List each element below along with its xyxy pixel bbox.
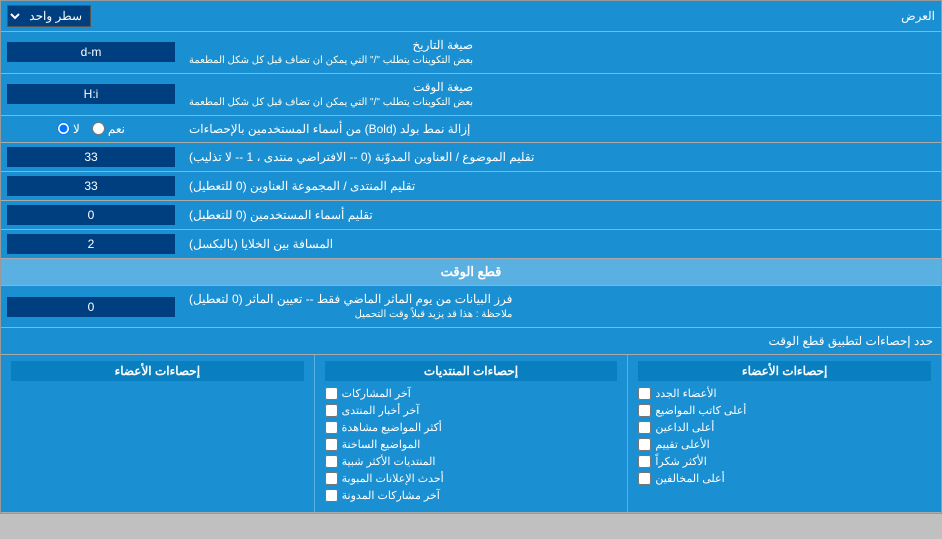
checkbox-section: إحصاءات الأعضاء الأعضاء الجدد أعلى كاتب … (1, 355, 941, 513)
col-forums-title: إحصاءات المنتديات (325, 361, 618, 381)
subject-trim-label: تقليم الموضوع / العناوين المدوّنة (0 -- … (181, 143, 941, 171)
cb-top-rated[interactable] (638, 438, 651, 451)
date-format-input-cell (1, 32, 181, 73)
date-format-row: صيغة التاريخ بعض التكوينات يتطلب "/" الت… (1, 32, 941, 74)
cell-spacing-input-cell (1, 230, 181, 258)
checkbox-most-similar-forums: المنتديات الأكثر شبية (325, 455, 618, 468)
cb-most-thanked[interactable] (638, 455, 651, 468)
checkbox-top-inviters: أعلى الداعين (638, 421, 931, 434)
checkbox-most-viewed: أكثر المواضيع مشاهدة (325, 421, 618, 434)
cell-spacing-label: المسافة بين الخلايا (بالبكسل) (181, 230, 941, 258)
forum-trim-input[interactable] (7, 176, 175, 196)
cb-last-blog-posts[interactable] (325, 489, 338, 502)
time-format-row: صيغة الوقت بعض التكوينات يتطلب "/" التي … (1, 74, 941, 116)
checkbox-top-writers: أعلى كاتب المواضيع (638, 404, 931, 417)
users-trim-input[interactable] (7, 205, 175, 225)
radio-yes-label[interactable]: نعم (92, 122, 125, 136)
subject-trim-row: تقليم الموضوع / العناوين المدوّنة (0 -- … (1, 143, 941, 172)
col-extra-title: إحصاءات الأعضاء (11, 361, 304, 381)
forum-trim-input-cell (1, 172, 181, 200)
checkbox-last-blog-posts: آخر مشاركات المدونة (325, 489, 618, 502)
checkbox-most-thanked: الأكثر شكراً (638, 455, 931, 468)
radio-no-label[interactable]: لا (57, 122, 80, 136)
cb-most-viewed[interactable] (325, 421, 338, 434)
top-display-row: العرض سطر واحد سطران ثلاثة أسطر (1, 1, 941, 32)
limit-label-row: حدد إحصاءات لتطبيق قطع الوقت (1, 328, 941, 355)
forum-trim-label: تقليم المنتدى / المجموعة العناوين (0 للت… (181, 172, 941, 200)
cb-top-inviters[interactable] (638, 421, 651, 434)
forum-trim-row: تقليم المنتدى / المجموعة العناوين (0 للت… (1, 172, 941, 201)
cb-most-similar-forums[interactable] (325, 455, 338, 468)
checkbox-col-extra: إحصاءات الأعضاء (1, 355, 314, 512)
checkbox-latest-classifieds: أحدث الإعلانات المبوبة (325, 472, 618, 485)
cb-last-posts[interactable] (325, 387, 338, 400)
users-trim-row: تقليم أسماء المستخدمين (0 للتعطيل) (1, 201, 941, 230)
subject-trim-input[interactable] (7, 147, 175, 167)
checkbox-hot-topics: المواضيع الساخنة (325, 438, 618, 451)
checkbox-col-forums: إحصاءات المنتديات آخر المشاركات آخر أخبا… (314, 355, 628, 512)
checkbox-top-warned: أعلى المخالفين (638, 472, 931, 485)
bold-remove-row: إزالة نمط بولد (Bold) من أسماء المستخدمي… (1, 116, 941, 144)
checkbox-last-forum-news: آخر أخبار المنتدى (325, 404, 618, 417)
cell-spacing-input[interactable] (7, 234, 175, 254)
cb-latest-classifieds[interactable] (325, 472, 338, 485)
checkbox-last-posts: آخر المشاركات (325, 387, 618, 400)
display-select-wrapper: سطر واحد سطران ثلاثة أسطر (7, 5, 91, 27)
cb-new-members[interactable] (638, 387, 651, 400)
display-select[interactable]: سطر واحد سطران ثلاثة أسطر (7, 5, 91, 27)
radio-yes[interactable] (92, 122, 105, 135)
display-label: العرض (91, 9, 935, 23)
time-format-input-cell (1, 74, 181, 115)
bold-remove-label: إزالة نمط بولد (Bold) من أسماء المستخدمي… (181, 116, 941, 143)
checkbox-col-members: إحصاءات الأعضاء الأعضاء الجدد أعلى كاتب … (627, 355, 941, 512)
time-format-label: صيغة الوقت بعض التكوينات يتطلب "/" التي … (181, 74, 941, 115)
bold-remove-radio-cell: نعم لا (1, 116, 181, 143)
cutoff-input-cell (1, 286, 181, 327)
cb-top-warned[interactable] (638, 472, 651, 485)
date-format-input[interactable] (7, 42, 175, 62)
cell-spacing-row: المسافة بين الخلايا (بالبكسل) (1, 230, 941, 259)
checkbox-top-rated: الأعلى تقييم (638, 438, 931, 451)
cb-top-writers[interactable] (638, 404, 651, 417)
cb-last-forum-news[interactable] (325, 404, 338, 417)
cutoff-label: فرز البيانات من يوم الماثر الماضي فقط --… (181, 286, 941, 327)
radio-no[interactable] (57, 122, 70, 135)
subject-trim-input-cell (1, 143, 181, 171)
limit-label: حدد إحصاءات لتطبيق قطع الوقت (9, 334, 933, 348)
cb-hot-topics[interactable] (325, 438, 338, 451)
users-trim-label: تقليم أسماء المستخدمين (0 للتعطيل) (181, 201, 941, 229)
users-trim-input-cell (1, 201, 181, 229)
cutoff-section-title: قطع الوقت (1, 259, 941, 286)
date-format-label: صيغة التاريخ بعض التكوينات يتطلب "/" الت… (181, 32, 941, 73)
cutoff-input[interactable] (7, 297, 175, 317)
checkbox-new-members: الأعضاء الجدد (638, 387, 931, 400)
time-format-input[interactable] (7, 84, 175, 104)
cutoff-row: فرز البيانات من يوم الماثر الماضي فقط --… (1, 286, 941, 328)
col-members-title: إحصاءات الأعضاء (638, 361, 931, 381)
